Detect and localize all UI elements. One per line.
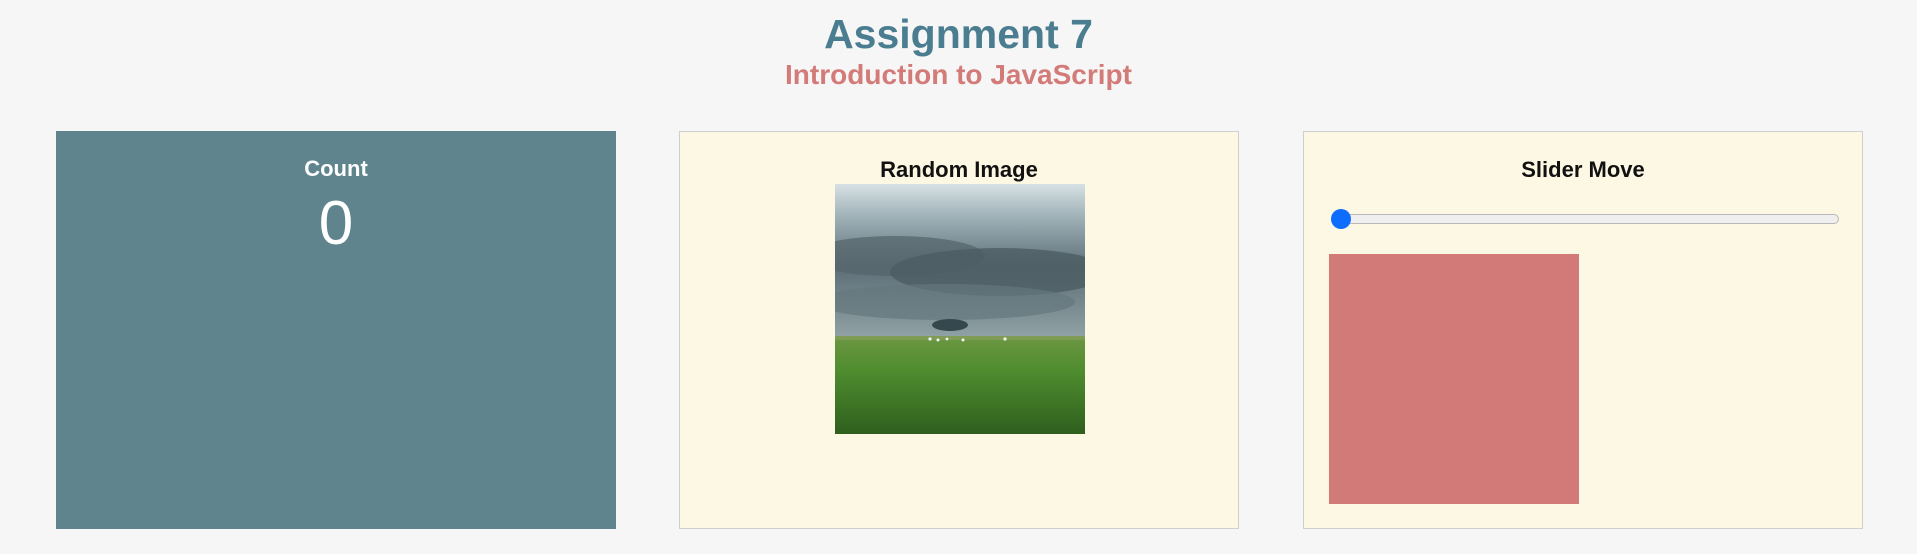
moving-box bbox=[1329, 254, 1579, 504]
page-subtitle: Introduction to JavaScript bbox=[785, 59, 1132, 90]
slider-track[interactable] bbox=[1331, 214, 1839, 224]
random-image-panel: Random Image bbox=[679, 131, 1239, 529]
landscape-image bbox=[835, 184, 1085, 434]
count-value: 0 bbox=[318, 189, 354, 258]
page-title: Assignment 7 bbox=[824, 11, 1093, 57]
slider-thumb[interactable] bbox=[1331, 209, 1351, 229]
count-title: Count bbox=[304, 156, 368, 181]
slider-title: Slider Move bbox=[1521, 157, 1645, 182]
slider-panel: Slider Move bbox=[1303, 131, 1863, 529]
random-image-title: Random Image bbox=[880, 157, 1038, 182]
count-panel[interactable]: Count 0 bbox=[56, 131, 616, 529]
random-image[interactable] bbox=[835, 184, 1085, 434]
